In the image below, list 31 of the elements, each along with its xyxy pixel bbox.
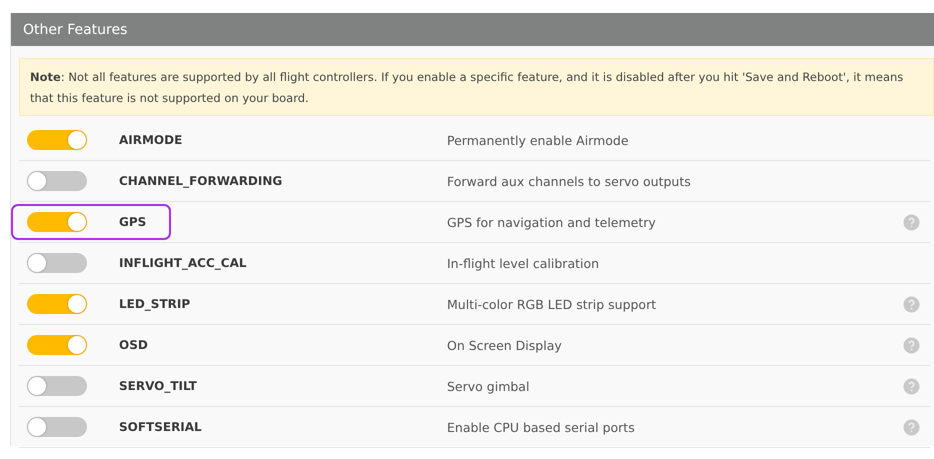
feature-name: AIRMODE	[119, 133, 184, 147]
feature-description: Multi-color RGB LED strip support	[447, 296, 658, 312]
feature-description: Forward aux channels to servo outputs	[447, 174, 692, 188]
help-icon[interactable]	[903, 418, 920, 436]
feature-name: SERVO_TILT	[119, 379, 198, 393]
feature-description: In-flight level calibration	[447, 256, 600, 270]
help-icon[interactable]	[903, 214, 920, 230]
help-icon[interactable]	[903, 296, 920, 312]
feature-toggle[interactable]	[27, 376, 87, 396]
help-icon[interactable]	[903, 336, 920, 354]
feature-name: INFLIGHT_ACC_CAL	[119, 256, 248, 270]
feature-name: GPS	[119, 215, 148, 229]
feature-description: Servo gimbal	[447, 378, 530, 394]
feature-name: OSD	[119, 338, 149, 352]
feature-toggle[interactable]	[27, 253, 87, 273]
feature-toggle[interactable]	[27, 294, 87, 314]
feature-name: CHANNEL_FORWARDING	[119, 174, 284, 188]
feature-name: LED_STRIP	[119, 297, 192, 311]
feature-name: SOFTSERIAL	[119, 420, 203, 434]
feature-toggle[interactable]	[27, 171, 87, 191]
note-text: Note: Not all features are supported by all flight controllers. If you enable a specific feature, and it is disabled after you hit 'Save and Reboot', it means that this feature is not supported on your board.	[19, 58, 934, 116]
feature-description: On Screen Display	[447, 338, 563, 352]
feature-toggle[interactable]	[27, 130, 87, 150]
feature-description: Permanently enable Airmode	[447, 132, 630, 148]
help-icon[interactable]	[903, 378, 920, 394]
feature-description: GPS for navigation and telemetry	[447, 214, 657, 230]
panel-title: Other Features	[11, 13, 934, 46]
feature-description: Enable CPU based serial ports	[447, 420, 636, 434]
feature-toggle[interactable]	[27, 212, 87, 232]
feature-toggle[interactable]	[27, 417, 87, 437]
feature-toggle[interactable]	[27, 335, 87, 355]
